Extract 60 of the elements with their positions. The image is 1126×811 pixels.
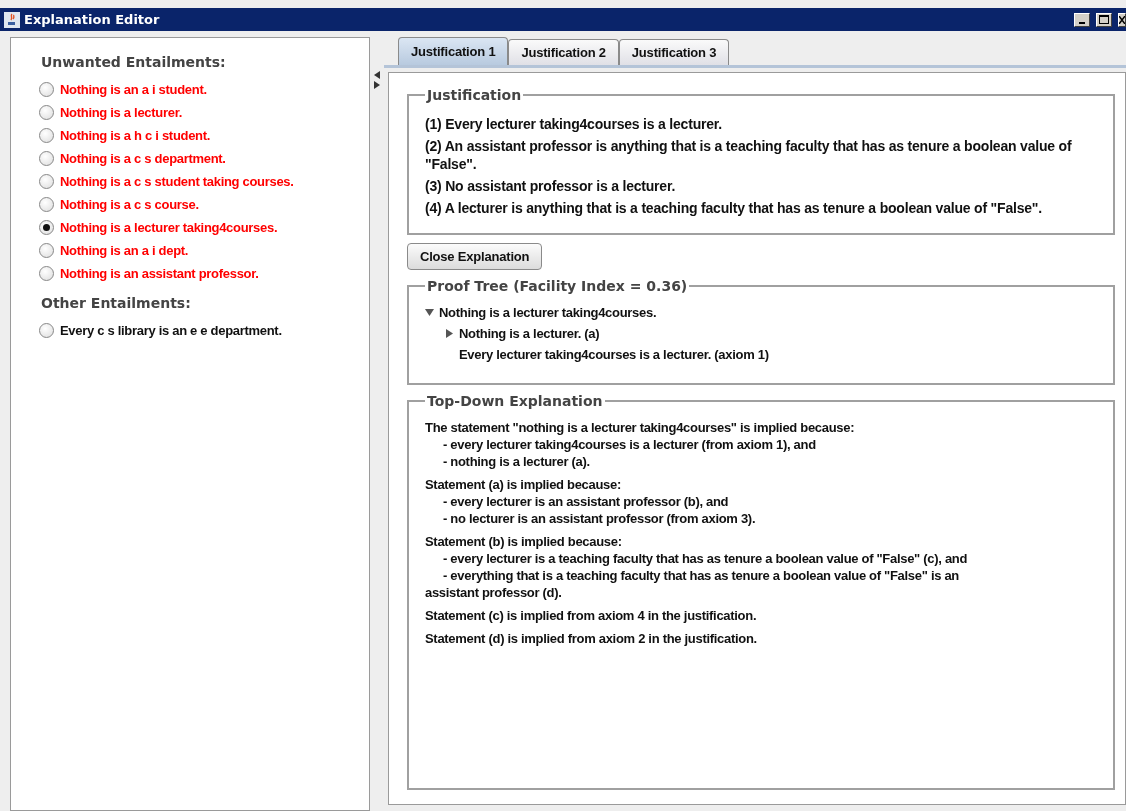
tab[interactable]: Justification 1: [398, 37, 509, 65]
maximize-button[interactable]: [1096, 12, 1112, 27]
section-title: Unwanted Entailments:: [41, 54, 227, 70]
entailment-label[interactable]: Nothing is a lecturer taking4courses.: [60, 220, 278, 235]
explanation-line: - everything that is a teaching faculty that has as tenure a boolean value of "False" is an: [442, 567, 960, 584]
tree-node[interactable]: Nothing is a lecturer taking4courses.: [439, 305, 657, 320]
panel-title: Top-Down Explanation: [426, 393, 604, 409]
explanation-line: - every lecturer is a teaching faculty that has as tenure a boolean value of "False" (c), and: [442, 550, 969, 567]
radio-button[interactable]: [39, 197, 54, 212]
radio-button[interactable]: [39, 220, 54, 235]
section-title: Other Entailments:: [41, 295, 192, 311]
panel-title: Justification: [425, 87, 523, 103]
explanation-line: assistant professor (d).: [425, 584, 563, 601]
entailment-label[interactable]: Every c s library is an e e department.: [60, 323, 282, 338]
radio-button[interactable]: [39, 105, 54, 120]
entailment-label[interactable]: Nothing is an assistant professor.: [60, 266, 259, 281]
explanation-line: - every lecturer is an assistant professor (b), and: [442, 493, 730, 510]
tree-node[interactable]: Every lecturer taking4courses is a lecturer. (axiom 1): [459, 347, 769, 362]
entailment-label[interactable]: Nothing is a c s student taking courses.: [60, 174, 294, 189]
axiom-text: (1) Every lecturer taking4courses is a lecturer.: [425, 115, 723, 133]
radio-button[interactable]: [39, 266, 54, 281]
expand-right-icon[interactable]: [374, 81, 380, 89]
explanation-line: The statement "nothing is a lecturer taking4courses" is implied because:: [425, 419, 856, 436]
explanation-line: - every lecturer taking4courses is a lecturer (from axiom 1), and: [442, 436, 817, 453]
axiom-text: (2) An assistant professor is anything that is a teaching faculty that has as tenure a boolean value of "False".: [425, 137, 1073, 173]
radio-button[interactable]: [39, 174, 54, 189]
entailment-label[interactable]: Nothing is a lecturer.: [60, 105, 182, 120]
coffee-cup-icon: [4, 11, 20, 28]
entailment-label[interactable]: Nothing is an a i dept.: [60, 243, 189, 258]
collapse-left-icon[interactable]: [374, 71, 380, 79]
explanation-line: Statement (d) is implied from axiom 2 in the justification.: [425, 630, 758, 647]
panel-title: Proof Tree (Facility Index = 0.36): [426, 278, 689, 294]
close-icon: [1119, 15, 1125, 24]
close-button[interactable]: [1118, 12, 1126, 27]
axiom-text: (4) A lecturer is anything that is a teaching faculty that has as tenure a boolean value of "False".: [425, 199, 1043, 217]
minimize-icon: [1079, 21, 1085, 24]
explanation-line: - no lecturer is an assistant professor (from axiom 3).: [442, 510, 757, 527]
maximize-icon: [1099, 15, 1109, 24]
tree-node[interactable]: Nothing is a lecturer. (a): [459, 326, 600, 341]
radio-button[interactable]: [39, 128, 54, 143]
entailment-label[interactable]: Nothing is an a i student.: [60, 82, 207, 97]
entailment-label[interactable]: Nothing is a c s department.: [60, 151, 226, 166]
explanation-line: Statement (c) is implied from axiom 4 in the justification.: [425, 607, 758, 624]
explanation-line: Statement (a) is implied because:: [425, 476, 622, 493]
tab[interactable]: Justification 2: [508, 39, 619, 65]
collapsed-arrow-icon[interactable]: [445, 329, 454, 338]
tab[interactable]: Justification 3: [618, 39, 730, 65]
minimize-button[interactable]: [1074, 12, 1090, 27]
radio-button[interactable]: [39, 243, 54, 258]
radio-button[interactable]: [39, 82, 54, 97]
axiom-text: (3) No assistant professor is a lecturer.: [425, 177, 677, 195]
explanation-line: - nothing is a lecturer (a).: [442, 453, 591, 470]
explanation-line: Statement (b) is implied because:: [425, 533, 623, 550]
expanded-arrow-icon[interactable]: [425, 308, 434, 317]
window-title: Explanation Editor: [24, 12, 161, 27]
entailment-label[interactable]: Nothing is a c s course.: [60, 197, 199, 212]
close-explanation-button[interactable]: Close Explanation: [407, 243, 543, 270]
radio-button[interactable]: [39, 323, 54, 338]
entailment-label[interactable]: Nothing is a h c i student.: [60, 128, 211, 143]
radio-button[interactable]: [39, 151, 54, 166]
